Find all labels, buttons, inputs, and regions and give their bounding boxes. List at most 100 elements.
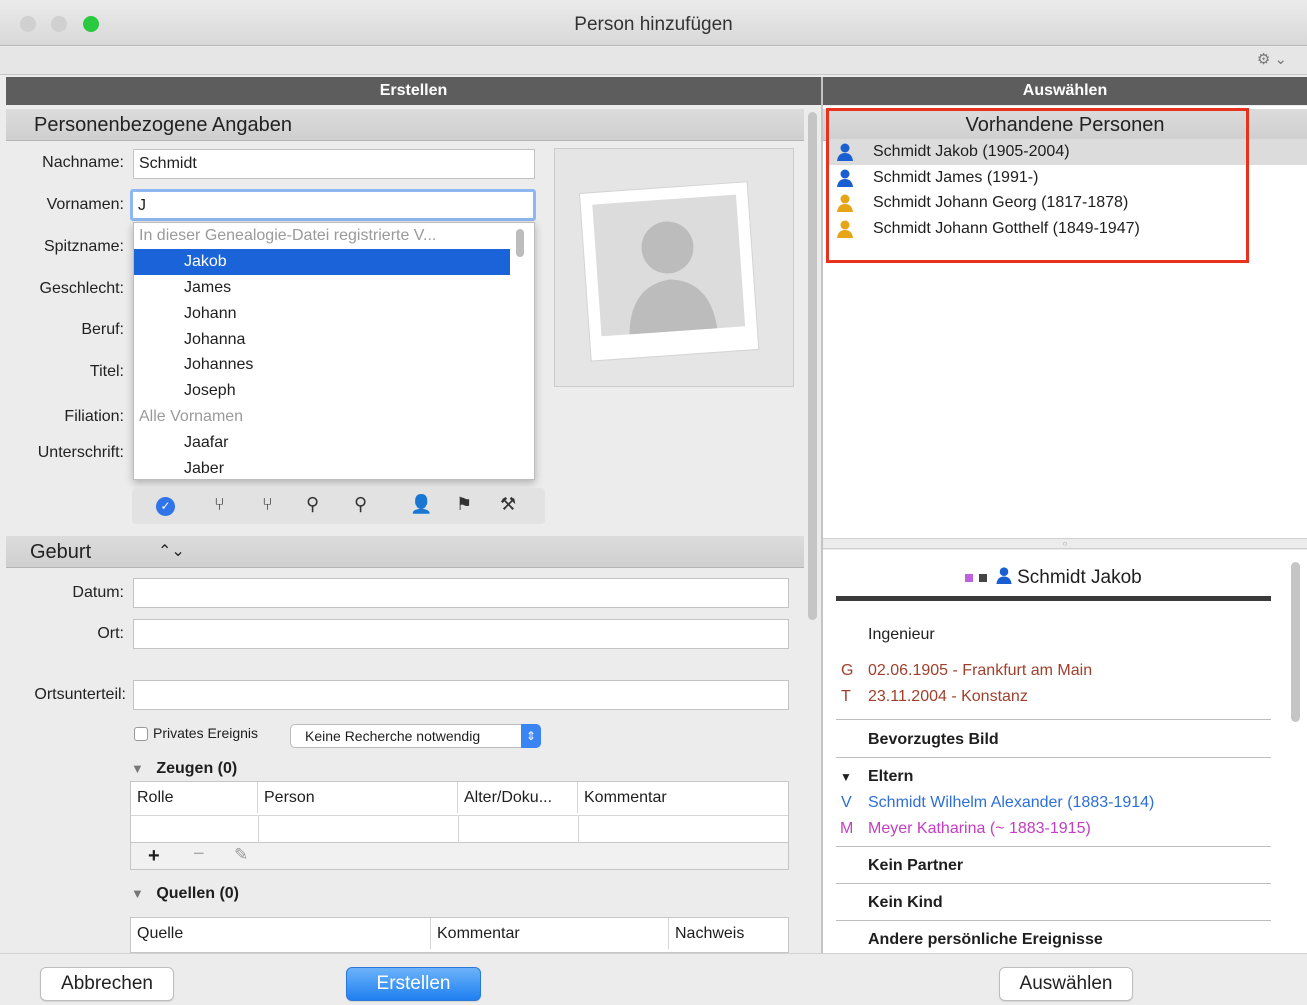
birth-section-header[interactable]: Geburt ⌃⌄ [6,536,804,568]
color-marker-icon [978,573,987,582]
photo-drop-area[interactable] [554,148,794,387]
male-person-icon [996,567,1012,585]
detail-person-name: Schmidt Jakob [1017,567,1142,588]
occupation-label: Beruf: [81,321,124,338]
firstnames-input[interactable]: J [130,189,536,221]
detail-separator [836,719,1271,720]
hammer-icon[interactable]: ⚒ [500,494,516,515]
disclosure-triangle-icon: ▼ [840,770,852,784]
autocomplete-group-all: Alle Vornamen [139,408,244,426]
detail-separator [836,757,1271,758]
create-pane-scrollbar[interactable] [808,112,817,620]
column-header[interactable]: Kommentar [578,782,788,813]
split-icon[interactable]: ⚲ [306,494,319,515]
birth-letter: G [841,662,854,679]
detail-separator [836,846,1271,847]
parents-toggle[interactable]: ▼ Eltern [840,768,913,786]
witnesses-table-footer: + − ✎ [130,843,789,870]
detail-separator [836,920,1271,921]
lastname-input[interactable]: Schmidt [133,149,535,179]
select-button[interactable]: Auswählen [999,967,1133,1001]
remove-icon[interactable]: − [193,843,205,866]
photo-placeholder-icon [578,181,760,362]
column-header[interactable]: Rolle [131,782,258,813]
window-titlebar: Person hinzufügen [0,0,1307,46]
column-header[interactable]: Kommentar [431,918,669,949]
window-title: Person hinzufügen [574,14,733,35]
death-value[interactable]: 23.11.2004 - Konstanz [868,688,1028,706]
detail-header: Schmidt Jakob [836,566,1271,589]
subplace-label: Ortsunterteil: [34,686,126,703]
person-icon[interactable]: 👤 [410,494,432,515]
autocomplete-item[interactable]: Johann [134,301,534,327]
autocomplete-item[interactable]: James [134,275,534,301]
father-link[interactable]: Schmidt Wilhelm Alexander (1883-1914) [868,794,1154,812]
witnesses-table: Rolle Person Alter/Doku... Kommentar [130,781,789,843]
date-label: Datum: [72,584,124,601]
birth-value[interactable]: 02.06.1905 - Frankfurt am Main [868,662,1092,680]
place-label: Ort: [97,625,124,642]
create-pane-header: Erstellen [6,77,821,105]
sources-label: Quellen (0) [156,885,240,902]
flag-icon[interactable]: ⚑ [456,494,472,515]
table-row[interactable] [131,815,788,843]
column-header[interactable]: Nachweis [669,918,788,949]
personal-section-header: Personenbezogene Angaben [6,109,804,141]
father-letter: V [841,794,852,811]
private-event-checkbox[interactable] [134,727,148,741]
pencil-icon[interactable]: ✎ [234,845,248,865]
chevron-updown-icon[interactable]: ⌃⌄ [158,536,185,568]
detail-scrollbar[interactable] [1291,562,1300,722]
research-status-value: Keine Recherche notwendig [305,728,481,744]
lastname-label: Nachname: [42,154,124,171]
splitter-handle[interactable]: ○ [823,538,1307,549]
child-heading: Kein Kind [868,894,943,911]
unmerge-icon[interactable]: ⑂ [262,494,273,515]
person-detail-panel [823,550,1307,953]
birth-place-input[interactable] [133,619,789,649]
autocomplete-scrollbar[interactable] [516,229,524,257]
research-status-select[interactable]: Keine Recherche notwendig ⇕ [290,724,541,748]
signature-label: Unterschrift: [37,444,124,461]
witnesses-label: Zeugen (0) [156,760,238,777]
private-event-label: Privates Ereignis [153,725,259,741]
autocomplete-item[interactable]: Johannes [134,352,534,378]
autocomplete-item[interactable]: Jaafar [134,430,534,456]
other-events-heading[interactable]: Andere persönliche Ereignisse [868,931,1103,949]
search-relation-icon[interactable]: ⚲ [354,494,367,515]
firstnames-label: Vornamen: [46,196,124,213]
column-header[interactable]: Quelle [131,918,431,949]
select-pane-header: Auswählen [823,77,1307,105]
window-toolbar: ⚙ ⌄ [0,47,1307,75]
firstname-autocomplete-list[interactable]: In dieser Genealogie-Datei registrierte … [133,222,535,480]
birth-date-input[interactable] [133,578,789,608]
column-header[interactable]: Alter/Doku... [458,782,578,813]
autocomplete-group-registered: In dieser Genealogie-Datei registrierte … [139,227,437,244]
disclosure-triangle-icon: ▼ [131,761,144,776]
sources-toggle[interactable]: ▼ Quellen (0) [131,885,239,903]
death-letter: T [841,688,851,705]
autocomplete-item[interactable]: Jakob [134,248,510,275]
autocomplete-item[interactable]: Jaber [134,456,534,482]
column-header[interactable]: Person [258,782,458,813]
autocomplete-item[interactable]: Joseph [134,378,534,404]
add-icon[interactable]: + [148,845,160,868]
highlight-box [826,108,1249,263]
filiation-label: Filiation: [64,408,124,425]
merge-icon[interactable]: ⑂ [214,494,225,515]
nickname-label: Spitzname: [43,238,124,255]
gender-label: Geschlecht: [39,280,124,297]
birth-subplace-input[interactable] [133,680,789,710]
witnesses-toggle[interactable]: ▼ Zeugen (0) [131,760,237,778]
preferred-image-heading[interactable]: Bevorzugtes Bild [868,731,999,749]
autocomplete-item[interactable]: Johanna [134,327,534,353]
mother-letter: M [840,820,854,837]
partner-heading: Kein Partner [868,857,964,874]
create-button[interactable]: Erstellen [346,967,481,1001]
checkmark-circle-icon[interactable]: ✓ [156,497,175,516]
cancel-button[interactable]: Abbrechen [40,967,174,1001]
detail-header-rule [836,596,1271,601]
mother-link[interactable]: Meyer Katharina (~ 1883-1915) [868,820,1091,838]
parents-heading: Eltern [868,768,914,785]
gear-icon[interactable]: ⚙ ⌄ [1257,50,1287,68]
